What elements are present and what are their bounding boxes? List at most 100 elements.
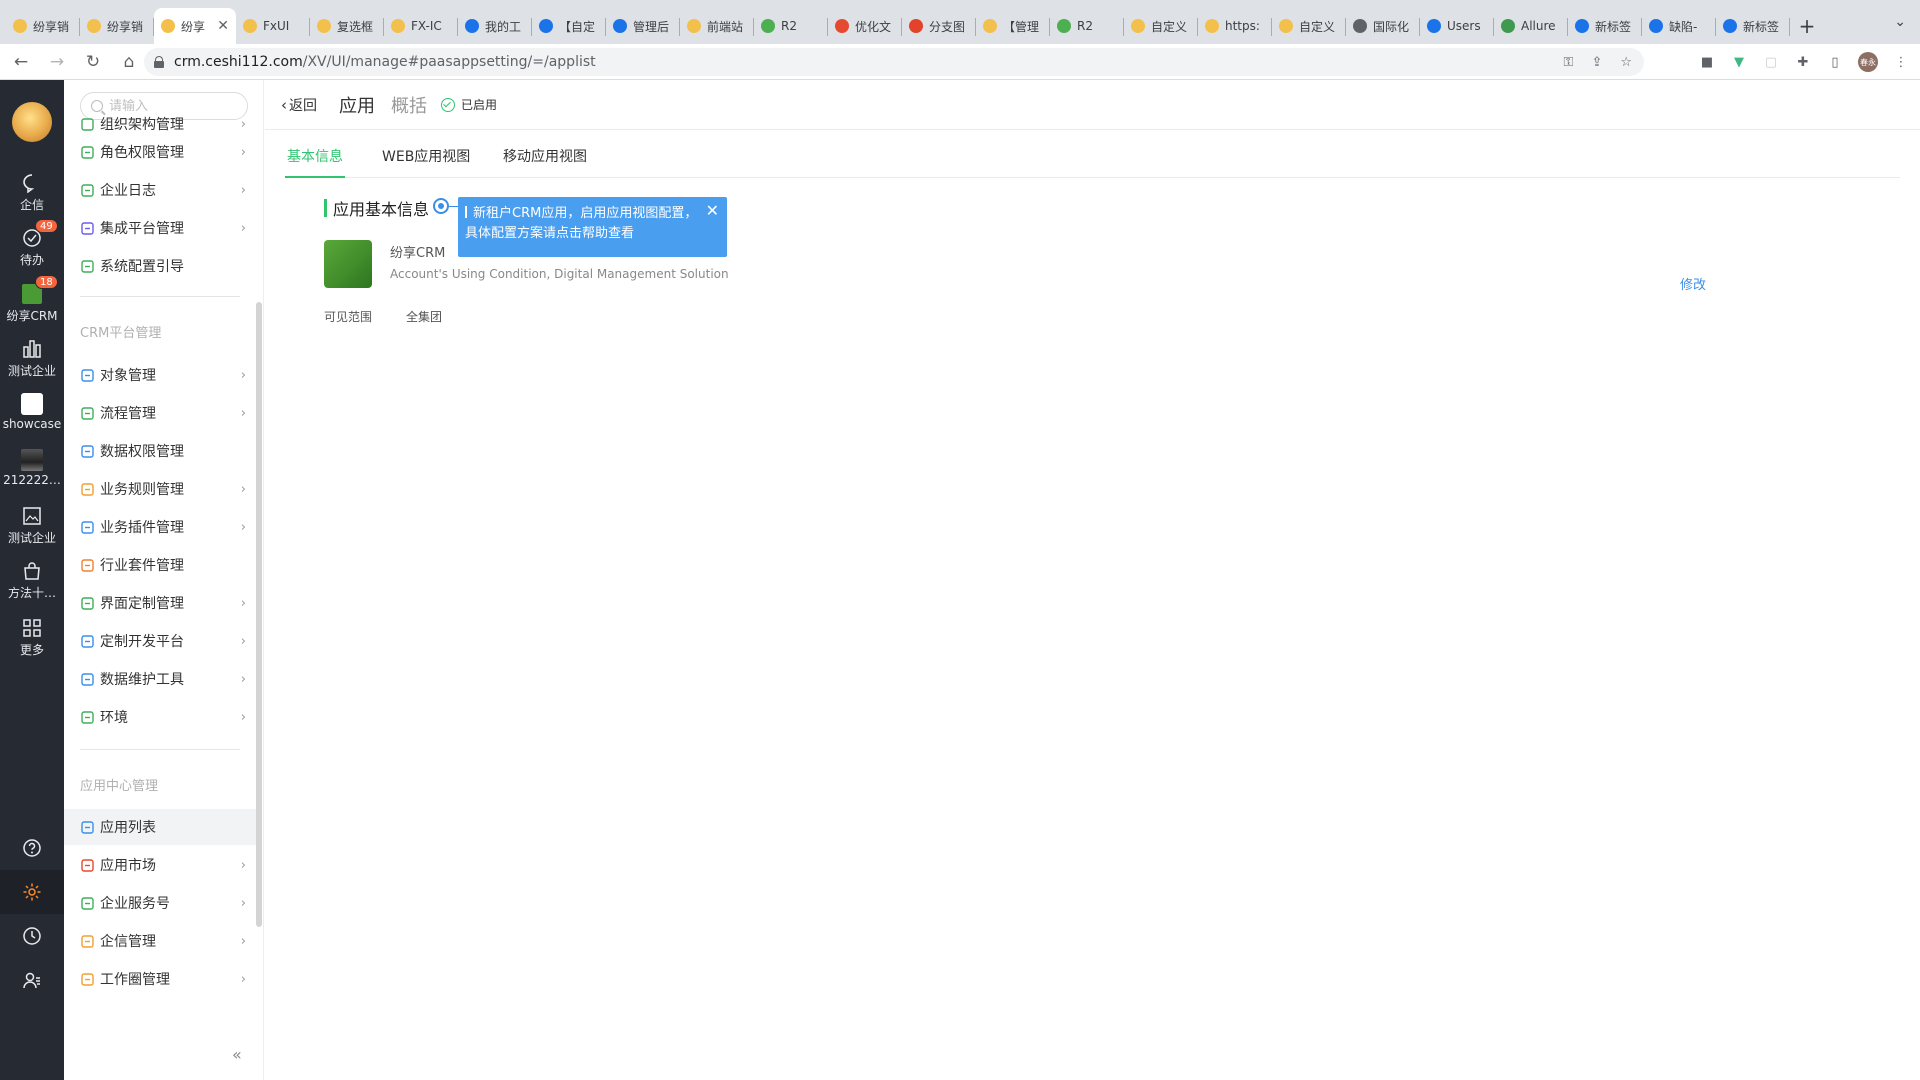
rail-item[interactable]: 49 待办 xyxy=(0,219,64,268)
browser-tab[interactable]: 新标签 xyxy=(1568,8,1642,44)
menu-item[interactable]: 集成平台管理 › xyxy=(64,210,258,246)
side-panel-icon[interactable]: ▯ xyxy=(1826,53,1844,71)
clock-icon[interactable] xyxy=(0,914,64,958)
menu-item[interactable]: 流程管理 › xyxy=(64,395,258,431)
browser-tab[interactable]: R2 xyxy=(1050,8,1124,44)
menu-item[interactable]: 业务插件管理 › xyxy=(64,509,258,545)
rail-item[interactable]: 18 纷享CRM xyxy=(0,275,64,324)
browser-tab[interactable]: 【管理 xyxy=(976,8,1050,44)
browser-tab[interactable]: 优化文 xyxy=(828,8,902,44)
browser-tab[interactable]: 纷享销 xyxy=(6,8,80,44)
browser-tab[interactable]: 管理后 xyxy=(606,8,680,44)
reload-icon[interactable]: ↻ xyxy=(78,47,108,77)
menu-item[interactable]: 企业日志 › xyxy=(64,172,258,208)
menu-item[interactable]: 业务规则管理 › xyxy=(64,471,258,507)
browser-tab[interactable]: R2 xyxy=(754,8,828,44)
subtab-mobile-view[interactable]: 移动应用视图 xyxy=(501,142,589,178)
guide-hotspot-icon[interactable] xyxy=(433,198,449,214)
browser-tab[interactable]: 我的工 xyxy=(458,8,532,44)
user-avatar[interactable] xyxy=(12,102,52,142)
close-tab-icon[interactable]: ✕ xyxy=(217,18,229,34)
tab-favicon-icon xyxy=(243,19,257,33)
forward-arrow-icon[interactable]: → xyxy=(42,47,72,77)
browser-tab[interactable]: 自定义 xyxy=(1272,8,1346,44)
menu-item[interactable]: 定制开发平台 › xyxy=(64,623,258,659)
vue-devtools-icon[interactable]: ▼ xyxy=(1730,53,1748,71)
extension-blank-icon[interactable]: ▢ xyxy=(1762,53,1780,71)
browser-tab[interactable]: 纷享 ✕ xyxy=(154,8,236,44)
browser-tab[interactable]: 前端站 xyxy=(680,8,754,44)
tab-search-icon[interactable]: ⌄ xyxy=(1894,14,1906,30)
subtab-web-view[interactable]: WEB应用视图 xyxy=(380,142,472,178)
tab-favicon-icon xyxy=(761,19,775,33)
menu-item[interactable]: 应用列表 xyxy=(64,809,258,845)
tab-favicon-icon xyxy=(1427,19,1441,33)
browser-menu-icon[interactable]: ⋮ xyxy=(1892,53,1910,71)
settings-icon[interactable] xyxy=(0,870,64,914)
rail-item[interactable]: 测试企业 xyxy=(0,338,64,379)
rail-item[interactable]: showcase xyxy=(0,393,64,431)
back-arrow-icon[interactable]: ← xyxy=(6,47,36,77)
rail-item[interactable]: 方法十… xyxy=(0,560,64,601)
extensions-puzzle-icon[interactable]: ✚ xyxy=(1794,53,1812,71)
share-icon[interactable]: ⇪ xyxy=(1591,55,1602,70)
tab-overview[interactable]: 概括 xyxy=(391,92,427,118)
menu-item[interactable]: 应用市场 › xyxy=(64,847,258,883)
help-icon[interactable] xyxy=(0,826,64,870)
browser-tab[interactable]: 新标签 xyxy=(1716,8,1790,44)
contacts-icon[interactable] xyxy=(0,958,64,1002)
browser-tab[interactable]: 自定义 xyxy=(1124,8,1198,44)
menu-item-icon xyxy=(80,896,94,910)
edit-link[interactable]: 修改 xyxy=(1680,274,1706,293)
menu-scrollbar[interactable] xyxy=(256,302,262,927)
browser-tab[interactable]: 缺陷- xyxy=(1642,8,1716,44)
menu-item[interactable]: 系统配置引导 xyxy=(64,248,258,284)
lock-icon xyxy=(154,56,164,68)
rail-item[interactable]: 测试企业 xyxy=(0,505,64,546)
check-circle-icon xyxy=(441,97,455,112)
browser-tab[interactable]: 国际化 xyxy=(1346,8,1420,44)
bookmark-star-icon[interactable]: ☆ xyxy=(1620,55,1632,70)
menu-item[interactable]: 企业服务号 › xyxy=(64,885,258,921)
browser-tab[interactable]: FxUI xyxy=(236,8,310,44)
extension-cube-icon[interactable]: ■ xyxy=(1698,53,1716,71)
key-icon[interactable]: ⚿ xyxy=(1564,55,1574,70)
new-tab-icon[interactable]: + xyxy=(1790,8,1824,44)
browser-tab[interactable]: Allure xyxy=(1494,8,1568,44)
rail-item[interactable]: 更多 xyxy=(0,617,64,658)
browser-tab[interactable]: 复选框 xyxy=(310,8,384,44)
collapse-menu-icon[interactable]: « xyxy=(232,1045,242,1064)
menu-item[interactable]: 数据维护工具 › xyxy=(64,661,258,697)
rail-item[interactable]: 企信 xyxy=(0,172,64,213)
browser-tab[interactable]: Users xyxy=(1420,8,1494,44)
menu-item[interactable]: 工作圈管理 › xyxy=(64,961,258,997)
profile-avatar[interactable]: 春永 xyxy=(1858,52,1878,72)
rail-item[interactable]: 212222… xyxy=(0,449,64,487)
menu-item[interactable]: 环境 › xyxy=(64,699,258,735)
menu-item[interactable]: 行业套件管理 xyxy=(64,547,258,583)
back-link[interactable]: ‹ 返回 xyxy=(281,95,317,115)
subtab-basic-info[interactable]: 基本信息 xyxy=(285,142,345,178)
menu-item-icon xyxy=(80,259,94,273)
menu-item-icon xyxy=(80,183,94,197)
browser-tab[interactable]: 纷享销 xyxy=(80,8,154,44)
home-icon[interactable]: ⌂ xyxy=(114,47,144,77)
menu-item[interactable]: 企信管理 › xyxy=(64,923,258,959)
menu-item-label: 应用列表 xyxy=(100,820,156,836)
menu-item[interactable]: 角色权限管理 › xyxy=(64,134,258,170)
chevron-right-icon: › xyxy=(240,895,246,911)
rail-item-label: 测试企业 xyxy=(7,364,56,378)
browser-tab[interactable]: 【自定 xyxy=(532,8,606,44)
browser-tab[interactable]: 分支图 xyxy=(902,8,976,44)
tab-app[interactable]: 应用 xyxy=(339,92,375,118)
menu-item[interactable]: 数据权限管理 xyxy=(64,433,258,469)
browser-tab[interactable]: https: xyxy=(1198,8,1272,44)
address-bar[interactable]: crm.ceshi112.com/XV/UI/manage#paasappset… xyxy=(144,48,1644,76)
chevron-right-icon: › xyxy=(240,519,246,535)
menu-item-label: 应用市场 xyxy=(100,858,156,874)
close-icon[interactable]: ✕ xyxy=(706,201,719,221)
rail-item-label: 更多 xyxy=(19,643,44,657)
menu-item[interactable]: 界面定制管理 › xyxy=(64,585,258,621)
browser-tab[interactable]: FX-IC xyxy=(384,8,458,44)
menu-item[interactable]: 对象管理 › xyxy=(64,357,258,393)
